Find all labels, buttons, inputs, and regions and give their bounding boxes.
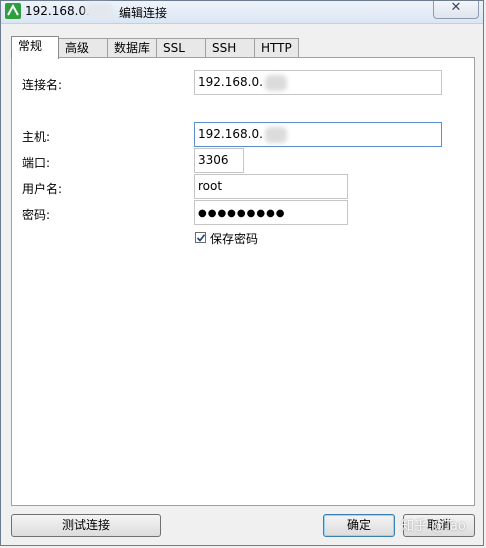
username-value: root xyxy=(198,179,223,193)
port-label: 端口: xyxy=(22,156,51,170)
port-field[interactable]: 3306 xyxy=(194,148,244,173)
tab-http[interactable]: HTTP xyxy=(254,38,299,58)
connection-name-field[interactable]: 192.168.0. xyxy=(194,70,442,95)
password-label: 密码: xyxy=(22,208,51,222)
close-button[interactable]: ✕ xyxy=(433,0,479,19)
host-field[interactable]: 192.168.0. xyxy=(194,122,442,147)
edit-connection-window: 192.168.0. 编辑连接 ✕ 高级 数据库 SSL SSH HTTP 常规… xyxy=(0,0,484,546)
connection-name-value: 192.168.0. xyxy=(198,75,263,89)
save-password-checkbox[interactable] xyxy=(195,232,206,243)
test-connection-button[interactable]: 测试连接 xyxy=(11,514,161,537)
redacted-blur xyxy=(264,126,287,143)
tab-bar: 高级 数据库 SSL SSH HTTP 常规 xyxy=(11,36,481,59)
username-field[interactable]: root xyxy=(194,174,348,199)
window-title: 编辑连接 xyxy=(119,6,168,20)
password-value: ●●●●●●●●● xyxy=(198,208,286,219)
window-title-ip: 192.168.0. xyxy=(25,4,90,18)
port-value: 3306 xyxy=(198,153,229,167)
save-password-label[interactable]: 保存密码 xyxy=(210,230,258,247)
tab-ssh[interactable]: SSH xyxy=(205,38,255,58)
watermark: 知乎 @Tao xyxy=(401,519,466,534)
tab-databases[interactable]: 数据库 xyxy=(107,38,157,58)
redacted-blur xyxy=(264,74,287,91)
password-field[interactable]: ●●●●●●●●● xyxy=(194,200,348,225)
ok-button[interactable]: 确定 xyxy=(323,514,395,537)
tab-general[interactable]: 常规 xyxy=(11,36,59,59)
check-icon xyxy=(196,234,206,242)
tab-advanced[interactable]: 高级 xyxy=(58,38,108,58)
username-label: 用户名: xyxy=(22,182,63,196)
title-bar: 192.168.0. 编辑连接 ✕ xyxy=(1,0,483,24)
host-value: 192.168.0. xyxy=(198,127,263,141)
close-icon: ✕ xyxy=(450,0,462,15)
host-label: 主机: xyxy=(22,130,51,144)
general-tab-panel: 连接名: 192.168.0. 主机: 192.168.0. 端口: 3306 … xyxy=(11,57,475,506)
connection-name-label: 连接名: xyxy=(22,78,63,92)
tab-ssl[interactable]: SSL xyxy=(156,38,206,58)
app-icon xyxy=(5,3,21,19)
redacted-ip-blur xyxy=(85,3,113,19)
